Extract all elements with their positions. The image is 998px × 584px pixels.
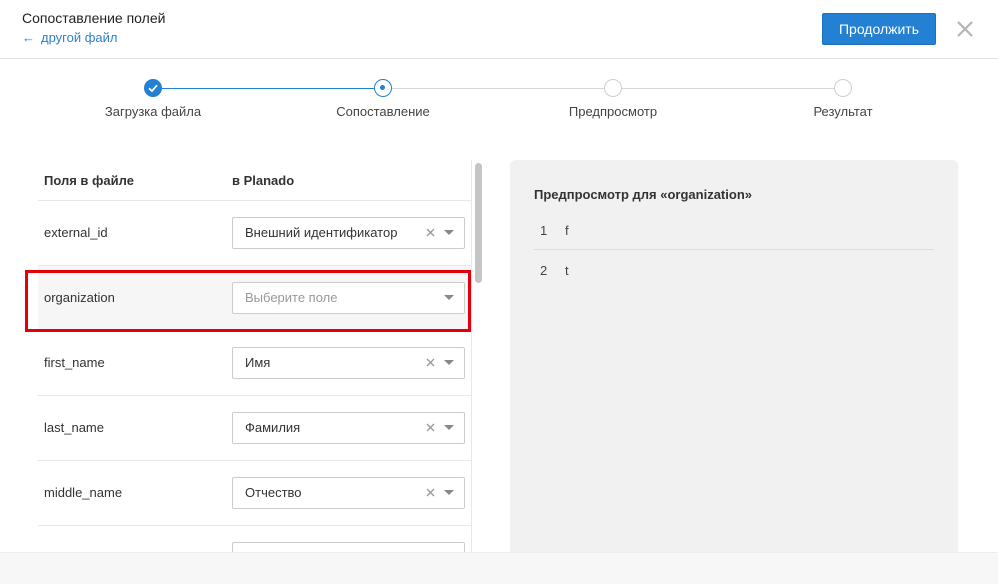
table-row: [38, 525, 471, 552]
step-current-dot-icon: [374, 79, 392, 97]
preview-panel: Предпросмотр для «organization» 1 f 2 t: [510, 160, 958, 552]
select-value: Отчество: [245, 485, 302, 500]
modal-header: Сопоставление полей ← другой файл Продол…: [0, 0, 998, 59]
close-icon[interactable]: [953, 17, 977, 41]
step-label-mapping: Сопоставление: [336, 104, 430, 119]
preview-row-value: t: [565, 263, 569, 278]
planado-field-select[interactable]: Выберите поле: [232, 282, 465, 314]
file-field-name: last_name: [44, 420, 104, 435]
arrow-left-icon: ←: [22, 30, 35, 45]
step-label-result: Результат: [813, 104, 873, 119]
page-title: Сопоставление полей: [22, 10, 166, 26]
preview-row-number: 2: [540, 263, 548, 278]
file-field-name: middle_name: [44, 485, 123, 500]
back-to-other-file-link[interactable]: ← другой файл: [22, 30, 118, 45]
select-value: Фамилия: [245, 420, 301, 435]
back-link-label: другой файл: [41, 30, 118, 45]
progress-stepper: Загрузка файла Сопоставление Предпросмот…: [0, 60, 998, 140]
chevron-down-icon[interactable]: [444, 490, 454, 495]
table-row: organization Выберите поле: [38, 265, 471, 330]
step-connector: [162, 88, 375, 89]
table-row: first_name Имя: [38, 330, 471, 395]
continue-button[interactable]: Продолжить: [822, 13, 936, 45]
select-value: Внешний идентификатор: [245, 225, 398, 240]
step-label-preview: Предпросмотр: [568, 104, 658, 119]
column-header-planado: в Planado: [232, 173, 295, 188]
file-field-name: external_id: [44, 225, 108, 240]
chevron-down-icon[interactable]: [444, 360, 454, 365]
clear-icon[interactable]: [425, 226, 437, 238]
step-connector: [622, 88, 835, 89]
table-row: middle_name Отчество: [38, 460, 471, 525]
table-row: last_name Фамилия: [38, 395, 471, 460]
planado-field-select[interactable]: Внешний идентификатор: [232, 217, 465, 249]
select-value: Имя: [245, 355, 271, 370]
chevron-down-icon[interactable]: [444, 425, 454, 430]
list-item: 1 f: [534, 211, 934, 250]
preview-row-value: f: [565, 223, 569, 238]
chevron-down-icon[interactable]: [444, 295, 454, 300]
planado-field-select[interactable]: Отчество: [232, 477, 465, 509]
step-label-upload: Загрузка файла: [104, 104, 202, 119]
column-header-file-fields: Поля в файле: [44, 173, 134, 188]
planado-field-select[interactable]: Фамилия: [232, 412, 465, 444]
table-row: external_id Внешний идентификатор: [38, 200, 471, 265]
step-pending-dot-icon: [834, 79, 852, 97]
select-placeholder: Выберите поле: [245, 290, 338, 305]
file-field-name: first_name: [44, 355, 105, 370]
step-done-check-icon: [144, 79, 162, 97]
modal-footer: [0, 552, 998, 584]
chevron-down-icon[interactable]: [444, 230, 454, 235]
file-field-name: organization: [44, 290, 115, 305]
clear-icon[interactable]: [425, 421, 437, 433]
clear-icon[interactable]: [425, 486, 437, 498]
planado-field-select[interactable]: [232, 542, 465, 552]
step-connector: [392, 88, 604, 89]
scrollbar-thumb[interactable]: [475, 163, 482, 283]
preview-row-number: 1: [540, 223, 548, 238]
step-pending-dot-icon: [604, 79, 622, 97]
list-item: 2 t: [534, 251, 934, 290]
clear-icon[interactable]: [425, 356, 437, 368]
field-mapping-table: Поля в файле в Planado external_id Внешн…: [38, 160, 472, 552]
planado-field-select[interactable]: Имя: [232, 347, 465, 379]
preview-title: Предпросмотр для «organization»: [534, 187, 752, 202]
